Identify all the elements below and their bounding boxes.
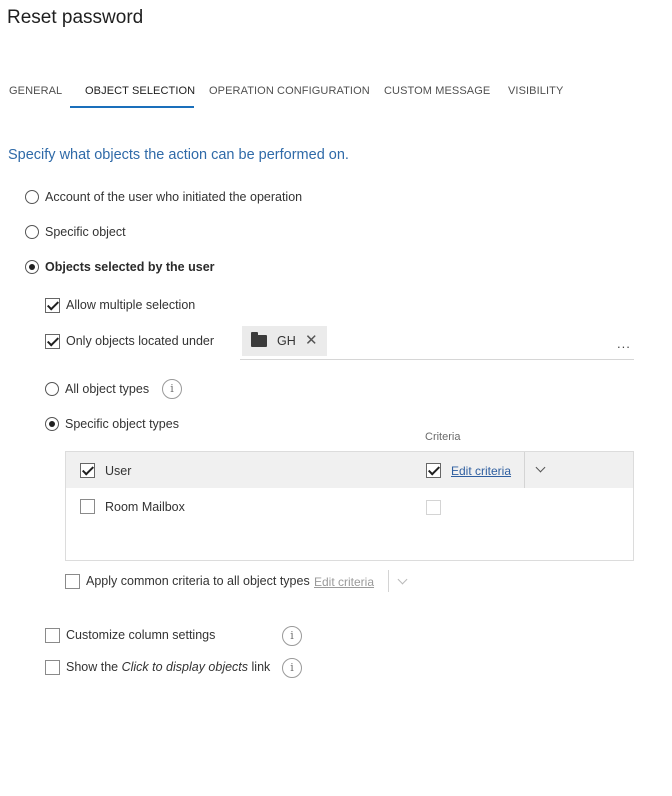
section-description: Specify what objects the action can be p… [8, 147, 349, 163]
chevron-down-icon[interactable] [535, 462, 546, 473]
radio-specific-object-types-label[interactable]: Specific object types [65, 417, 179, 431]
radio-initiator-account[interactable] [25, 190, 39, 204]
page-title: Reset password [7, 7, 144, 28]
allow-multiple-selection-checkbox[interactable] [45, 298, 60, 313]
radio-objects-selected-by-user[interactable] [25, 260, 39, 274]
customize-columns-info-icon[interactable]: i [282, 626, 302, 646]
common-chevron-down-icon [397, 574, 408, 585]
object-type-room-mailbox-label: Room Mailbox [105, 500, 185, 514]
only-objects-under-checkbox[interactable] [45, 334, 60, 349]
object-type-user-checkbox[interactable] [80, 463, 95, 478]
user-edit-criteria-link[interactable]: Edit criteria [451, 464, 511, 478]
radio-all-object-types[interactable] [45, 382, 59, 396]
container-field-underline [240, 359, 634, 360]
container-chip: GH ✕ [242, 326, 327, 356]
row-divider [524, 452, 525, 488]
room-mailbox-criteria-checkbox [426, 500, 441, 515]
show-display-link-info-icon[interactable]: i [282, 658, 302, 678]
show-display-link-checkbox[interactable] [45, 660, 60, 675]
browse-container-button[interactable]: ... [617, 336, 631, 351]
show-link-prefix: Show the [66, 660, 122, 674]
tab-custom-message[interactable]: CUSTOM MESSAGE [384, 85, 490, 97]
radio-objects-selected-by-user-label[interactable]: Objects selected by the user [45, 260, 215, 274]
table-row[interactable]: User Edit criteria [66, 452, 633, 488]
tab-operation-configuration[interactable]: OPERATION CONFIGURATION [209, 85, 370, 97]
apply-common-criteria-checkbox[interactable] [65, 574, 80, 589]
tab-general[interactable]: GENERAL [9, 85, 62, 97]
object-types-table: User Edit criteria Room Mailbox [65, 451, 634, 561]
common-criteria-divider [388, 570, 389, 592]
folder-icon [251, 332, 267, 347]
all-object-types-info-icon[interactable]: i [162, 379, 182, 399]
radio-specific-object-types[interactable] [45, 417, 59, 431]
user-criteria-checkbox[interactable] [426, 463, 441, 478]
show-link-suffix: link [248, 660, 271, 674]
apply-common-criteria-label[interactable]: Apply common criteria to all object type… [86, 574, 310, 588]
criteria-column-header: Criteria [425, 431, 461, 443]
common-edit-criteria-link: Edit criteria [314, 575, 375, 589]
radio-specific-object[interactable] [25, 225, 39, 239]
show-display-link-label[interactable]: Show the Click to display objects link [66, 660, 270, 674]
tab-bar: GENERAL OBJECT SELECTION OPERATION CONFI… [0, 78, 672, 110]
object-type-user-label: User [105, 464, 132, 478]
container-chip-label: GH [277, 334, 296, 348]
active-tab-indicator [70, 106, 194, 108]
radio-initiator-account-label[interactable]: Account of the user who initiated the op… [45, 190, 302, 204]
tab-visibility[interactable]: VISIBILITY [508, 85, 563, 97]
allow-multiple-selection-label[interactable]: Allow multiple selection [66, 298, 195, 312]
show-link-italic: Click to display objects [121, 660, 249, 674]
customize-columns-checkbox[interactable] [45, 628, 60, 643]
radio-specific-object-label[interactable]: Specific object [45, 225, 126, 239]
tab-object-selection[interactable]: OBJECT SELECTION [85, 85, 195, 97]
table-row[interactable]: Room Mailbox [66, 489, 633, 525]
customize-columns-label[interactable]: Customize column settings [66, 628, 215, 642]
remove-container-icon[interactable]: ✕ [305, 331, 318, 349]
object-type-room-mailbox-checkbox[interactable] [80, 499, 95, 514]
only-objects-under-label[interactable]: Only objects located under [66, 334, 214, 348]
radio-all-object-types-label[interactable]: All object types [65, 382, 149, 396]
